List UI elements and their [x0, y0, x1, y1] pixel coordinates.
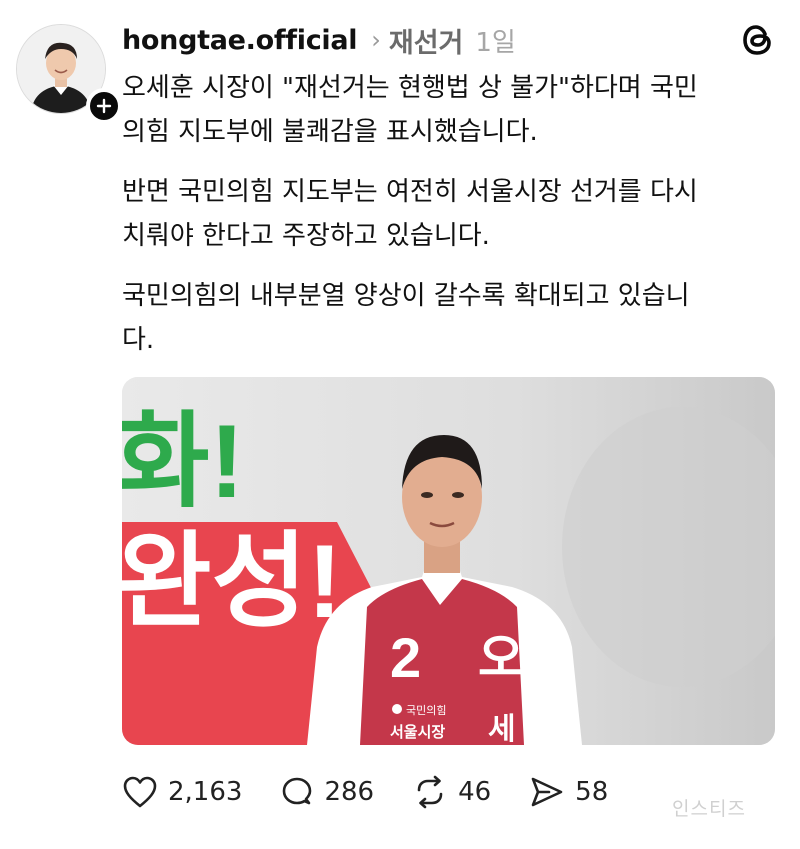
post-actions: 2,163 286 46 58	[122, 770, 646, 814]
banner-text-white: 완성!	[122, 524, 342, 640]
share-count: 58	[575, 777, 609, 807]
post-image: 화! 완성! 2 오 세 국민의힘 서울시장	[122, 377, 775, 745]
like-count: 2,163	[168, 777, 243, 807]
reply-button[interactable]: 286	[280, 775, 374, 809]
author-avatar-wrap	[16, 24, 122, 124]
vest-title: 서울시장	[390, 723, 445, 741]
post-paragraph: 국민의힘의 내부분열 양상이 갈수록 확대되고 있습니 다.	[122, 281, 690, 355]
vest-name-1: 오	[478, 630, 524, 686]
threads-logo-icon[interactable]	[740, 22, 776, 58]
reply-count: 286	[324, 777, 375, 807]
post-body: 오세훈 시장이 "재선거는 현행법 상 불가"하다며 국민 의힘 지도부에 불쾌…	[122, 66, 762, 378]
post-time: 1일	[475, 27, 516, 58]
username[interactable]: hongtae.official	[122, 25, 358, 56]
post-paragraph: 반면 국민의힘 지도부는 여전히 서울시장 선거를 다시 치뤄야 한다고 주장하…	[122, 177, 698, 251]
topic-tag[interactable]: 재선거	[389, 21, 464, 60]
share-button[interactable]: 58	[529, 775, 608, 809]
vest-party: 국민의힘	[406, 704, 446, 717]
repost-count: 46	[458, 777, 492, 807]
vest-number: 2	[390, 626, 421, 689]
share-icon	[531, 777, 563, 807]
watermark: 인스티즈	[672, 798, 746, 820]
post-header: hongtae.official › 재선거 1일	[122, 20, 516, 60]
chevron-right-icon: ›	[371, 26, 381, 54]
heart-icon	[123, 776, 157, 808]
vest-name-2: 세	[488, 713, 516, 745]
post-media[interactable]: 화! 완성! 2 오 세 국민의힘 서울시장	[122, 377, 775, 745]
follow-button[interactable]	[86, 88, 122, 124]
repost-button[interactable]: 46	[412, 775, 491, 809]
post-paragraph: 오세훈 시장이 "재선거는 현행법 상 불가"하다며 국민 의힘 지도부에 불쾌…	[122, 73, 698, 147]
like-button[interactable]: 2,163	[122, 775, 242, 809]
banner-text-green: 화!	[122, 404, 244, 520]
plus-icon	[96, 98, 112, 114]
repost-icon	[417, 775, 443, 809]
comment-icon	[283, 777, 312, 805]
